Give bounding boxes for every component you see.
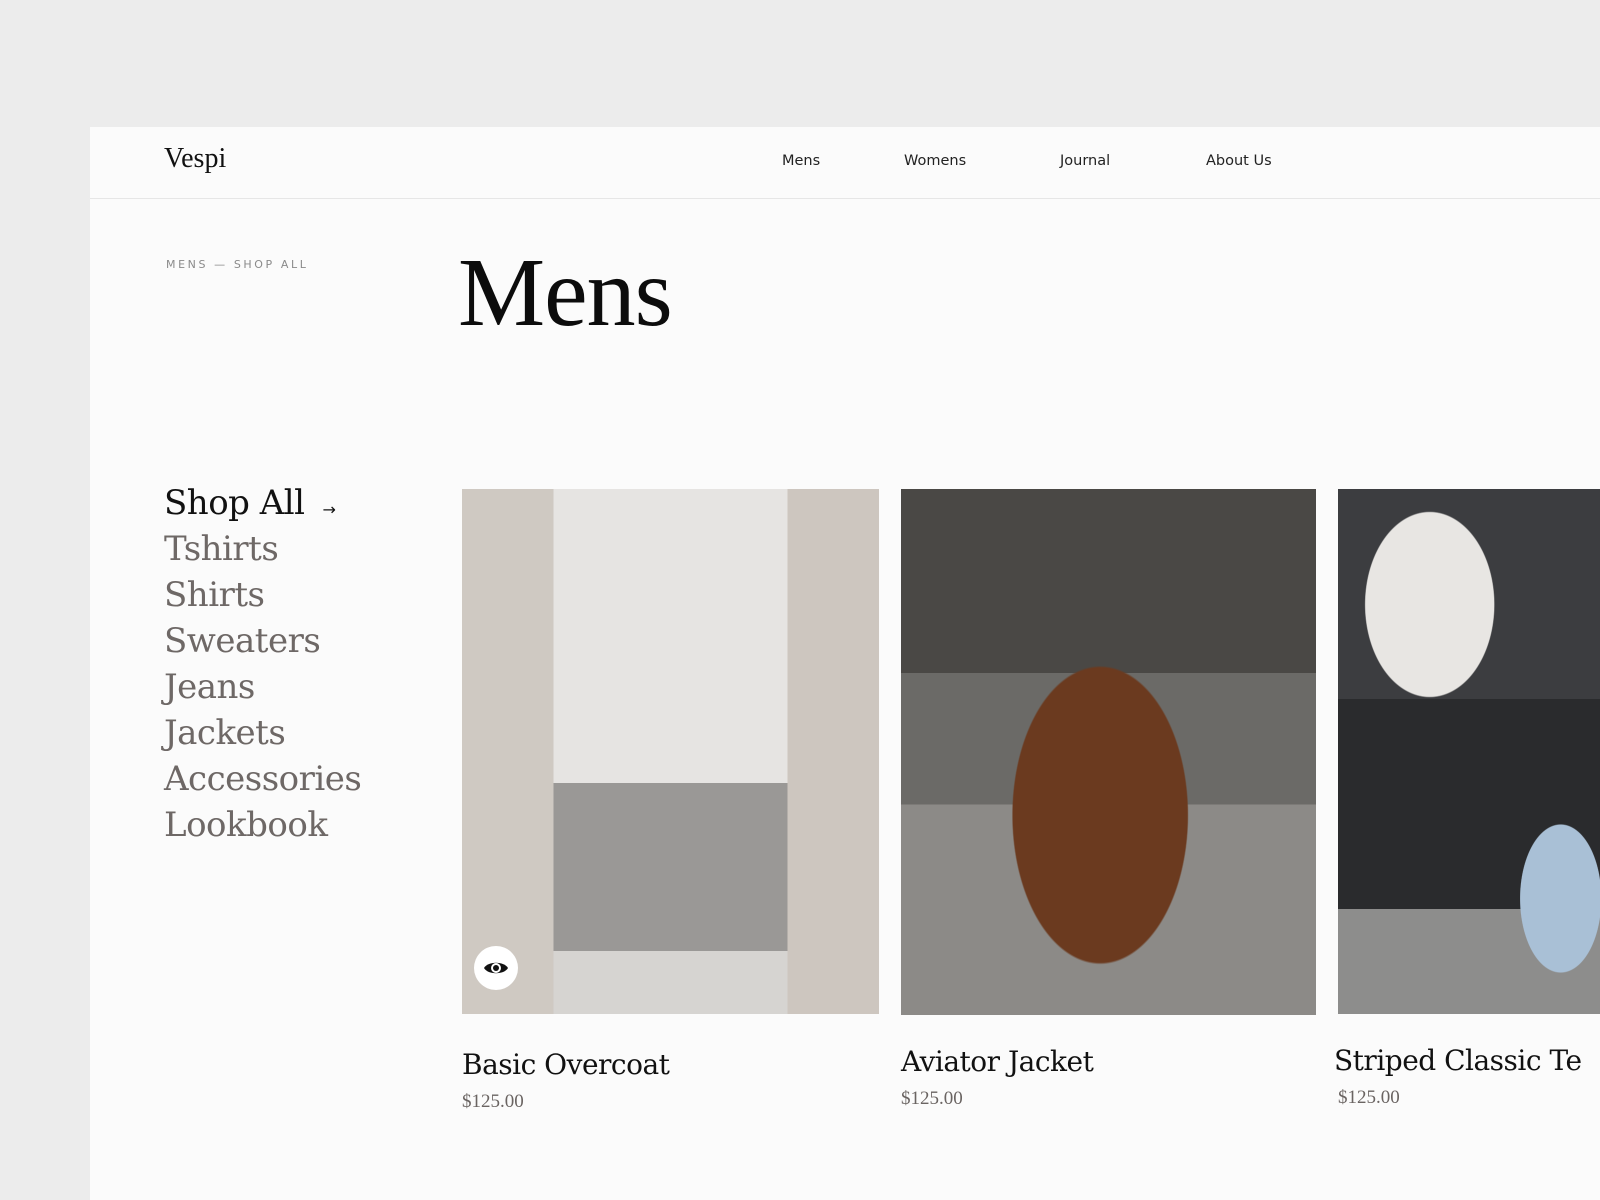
product-name[interactable]: Basic Overcoat xyxy=(462,1048,879,1081)
category-link[interactable]: Jeans xyxy=(164,667,255,707)
product-card[interactable]: Aviator Jacket $125.00 xyxy=(901,489,1316,1110)
category-item-jackets[interactable]: Jackets xyxy=(164,710,361,756)
product-image[interactable] xyxy=(1338,489,1600,1014)
category-item-sweaters[interactable]: Sweaters xyxy=(164,618,361,664)
product-card[interactable]: Striped Classic Te $125.00 xyxy=(1334,489,1600,1109)
arrow-right-icon: → xyxy=(322,499,336,519)
category-item-shop-all[interactable]: Shop All → xyxy=(164,480,361,526)
product-price: $125.00 xyxy=(901,1088,963,1109)
browser-window: Vespi Mens Womens Journal About Us MENS … xyxy=(90,127,1600,1200)
product-price: $125.00 xyxy=(462,1091,524,1112)
site-logo[interactable]: Vespi xyxy=(164,143,226,175)
category-list: Shop All → Tshirts Shirts Sweaters Jeans … xyxy=(164,480,362,848)
category-link[interactable]: Jackets xyxy=(164,713,286,753)
category-link[interactable]: Tshirts xyxy=(164,529,279,569)
category-item-lookbook[interactable]: Lookbook xyxy=(164,802,361,848)
category-item-shirts[interactable]: Shirts xyxy=(164,572,361,618)
nav-womens[interactable]: Womens xyxy=(904,153,966,169)
nav-mens[interactable]: Mens xyxy=(782,153,820,169)
site-header: Vespi Mens Womens Journal About Us xyxy=(90,127,1600,199)
product-card[interactable]: Basic Overcoat $125.00 xyxy=(462,489,879,1113)
category-item-tshirts[interactable]: Tshirts xyxy=(164,526,361,572)
category-link[interactable]: Sweaters xyxy=(164,621,321,661)
nav-journal[interactable]: Journal xyxy=(1060,153,1110,169)
product-image[interactable] xyxy=(462,489,879,1014)
product-price: $125.00 xyxy=(1338,1087,1400,1108)
category-link[interactable]: Shirts xyxy=(164,575,265,615)
page-title: Mens xyxy=(458,239,673,347)
category-item-jeans[interactable]: Jeans xyxy=(164,664,361,710)
product-name[interactable]: Striped Classic Te xyxy=(1334,1044,1600,1077)
nav-about-us[interactable]: About Us xyxy=(1206,153,1272,169)
eye-icon xyxy=(484,962,508,974)
quick-view-button[interactable] xyxy=(474,946,518,990)
product-image[interactable] xyxy=(901,489,1316,1015)
product-name[interactable]: Aviator Jacket xyxy=(901,1045,1316,1078)
breadcrumb: MENS — SHOP ALL xyxy=(166,258,309,271)
category-link[interactable]: Shop All xyxy=(164,483,305,523)
category-link[interactable]: Lookbook xyxy=(164,805,328,845)
category-item-accessories[interactable]: Accessories xyxy=(164,756,362,802)
category-link[interactable]: Accessories xyxy=(164,759,362,799)
